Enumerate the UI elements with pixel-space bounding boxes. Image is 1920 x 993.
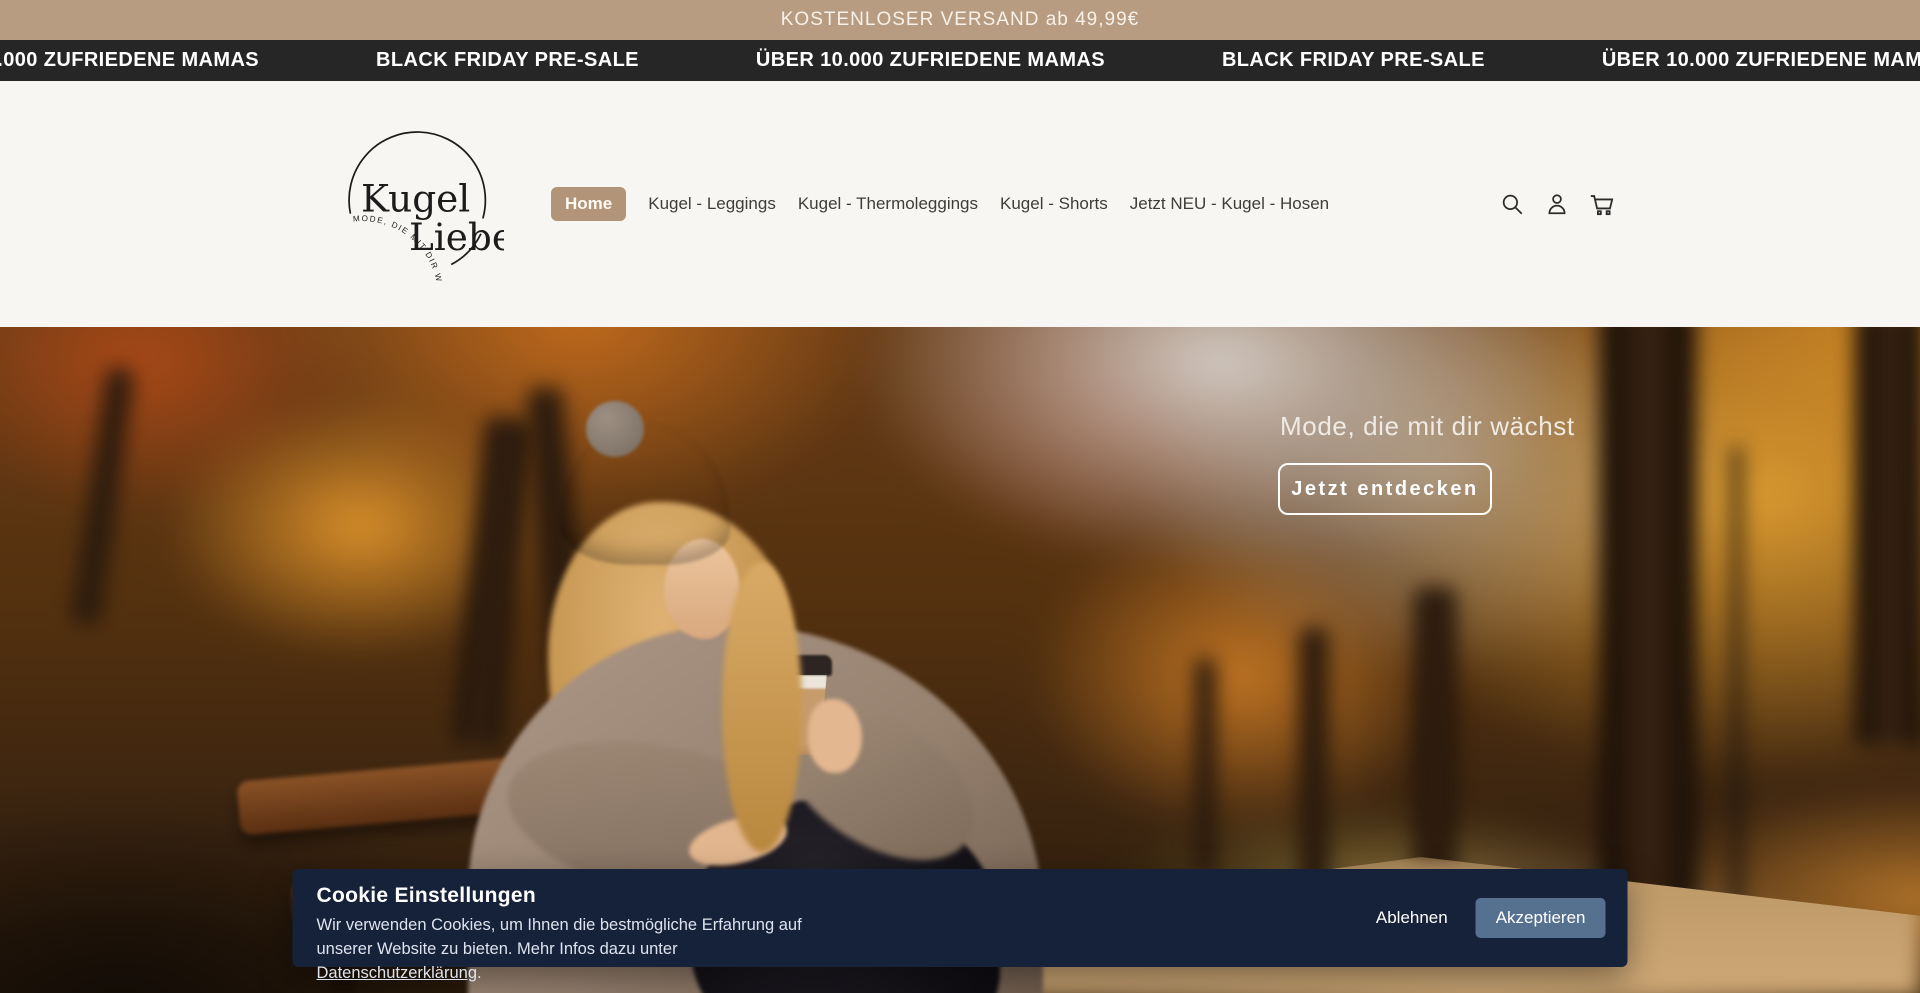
- woman-hair-front: [722, 562, 802, 852]
- marquee-item: ÜBER 10.000 ZUFRIEDENE MAMAS: [756, 49, 1105, 72]
- cookie-body: Wir verwenden Cookies, um Ihnen die best…: [317, 914, 807, 986]
- privacy-policy-link[interactable]: Datenschutzerklärung: [317, 964, 478, 982]
- nav-item-kugel-shorts[interactable]: Kugel - Shorts: [1000, 194, 1108, 214]
- cookie-accept-button[interactable]: Akzeptieren: [1476, 898, 1606, 938]
- marquee-bar: ÜBER 10.000 ZUFRIEDENE MAMAS BLACK FRIDA…: [0, 40, 1920, 81]
- logo[interactable]: Kugel Liebe MODE, DIE MIT DIR WÄCHST: [336, 119, 504, 291]
- logo-text-line1: Kugel: [361, 177, 470, 221]
- nav-item-home[interactable]: Home: [551, 187, 626, 221]
- woman-beanie: [560, 423, 730, 565]
- marquee-item: ÜBER 10.000 ZUFRIEDENE MAMAS: [1602, 49, 1920, 72]
- woman-beanie-pompom: [586, 401, 644, 457]
- woman-hand-on-cup: [808, 699, 862, 773]
- search-icon[interactable]: [1498, 191, 1525, 218]
- hero-cta-button[interactable]: Jetzt entdecken: [1278, 463, 1492, 515]
- header-icons: [1498, 81, 1615, 327]
- page: KOSTENLOSER VERSAND ab 49,99€ ÜBER 10.00…: [0, 0, 1920, 993]
- announcement-text: KOSTENLOSER VERSAND ab 49,99€: [781, 9, 1139, 31]
- marquee-track: ÜBER 10.000 ZUFRIEDENE MAMAS BLACK FRIDA…: [0, 49, 1920, 72]
- account-icon[interactable]: [1543, 191, 1570, 218]
- announcement-bar: KOSTENLOSER VERSAND ab 49,99€: [0, 0, 1920, 40]
- logo-mark: Kugel Liebe MODE, DIE MIT DIR WÄCHST: [336, 119, 504, 291]
- cookie-actions: Ablehnen Akzeptieren: [1376, 898, 1606, 938]
- cart-icon[interactable]: [1588, 191, 1615, 218]
- cookie-decline-button[interactable]: Ablehnen: [1376, 908, 1448, 928]
- hero-heading: Mode, die mit dir wächst: [1280, 411, 1575, 442]
- marquee-item: BLACK FRIDAY PRE-SALE: [1222, 49, 1485, 72]
- site-header: Kugel Liebe MODE, DIE MIT DIR WÄCHST Hom…: [0, 81, 1920, 327]
- main-nav: Home Kugel - Leggings Kugel - Thermolegg…: [551, 81, 1329, 327]
- cookie-body-text: Wir verwenden Cookies, um Ihnen die best…: [317, 916, 802, 958]
- nav-item-kugel-thermoleggings[interactable]: Kugel - Thermoleggings: [798, 194, 978, 214]
- cookie-body-period: .: [477, 964, 482, 982]
- cookie-banner: Cookie Einstellungen Wir verwenden Cooki…: [293, 869, 1628, 967]
- marquee-item: BLACK FRIDAY PRE-SALE: [376, 49, 639, 72]
- nav-item-kugel-leggings[interactable]: Kugel - Leggings: [648, 194, 776, 214]
- nav-item-jetzt-neu-kugel-hosen[interactable]: Jetzt NEU - Kugel - Hosen: [1130, 194, 1329, 214]
- marquee-item: ÜBER 10.000 ZUFRIEDENE MAMAS: [0, 49, 259, 72]
